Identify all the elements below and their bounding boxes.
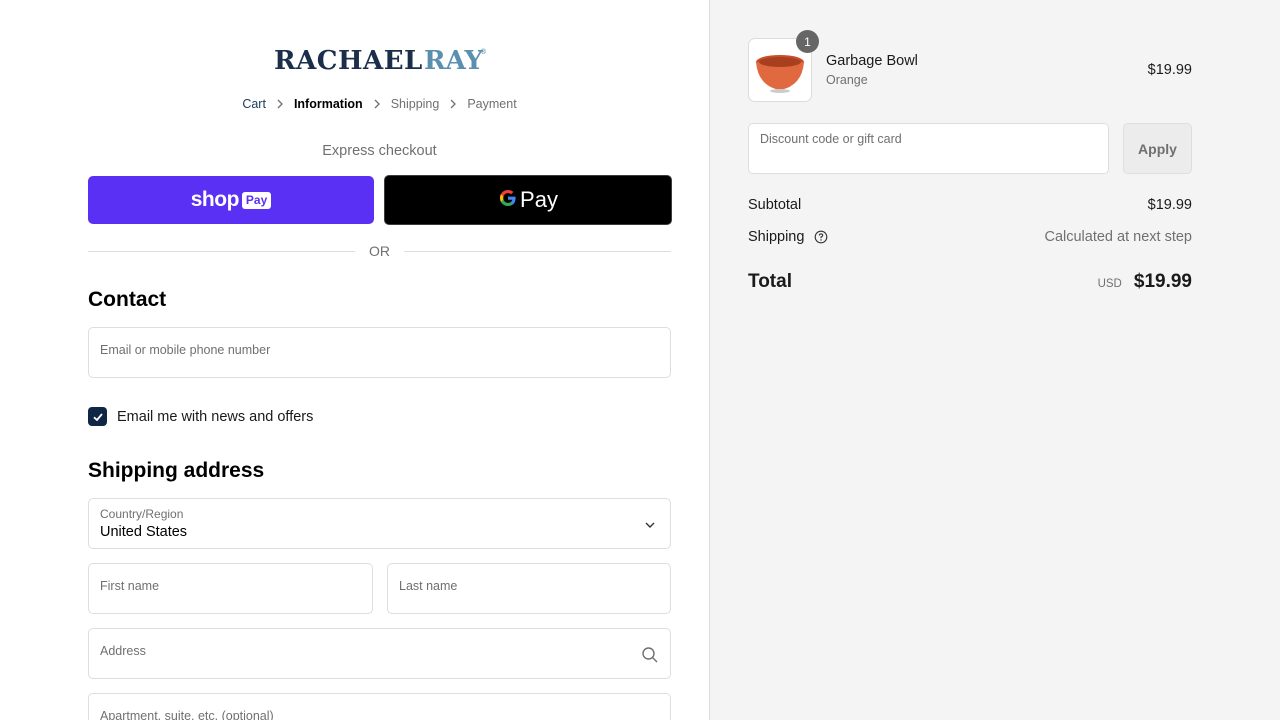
breadcrumb-shipping: Shipping (390, 97, 440, 111)
country-select[interactable]: Country/Region United States (88, 498, 671, 549)
subtotal-row: Subtotal $19.99 (748, 197, 1192, 213)
total-value: $19.99 (1133, 271, 1192, 292)
total-row: Total USD $19.99 (748, 271, 1192, 293)
breadcrumb-payment: Payment (467, 97, 517, 111)
apply-discount-button[interactable]: Apply (1123, 123, 1192, 174)
logo-text-ray: RAY (424, 46, 483, 76)
chevron-right-icon (439, 99, 467, 109)
total-amount-wrap: USD $19.99 (1098, 271, 1192, 293)
chevron-down-icon (644, 518, 656, 536)
email-placeholder: Email or mobile phone number (100, 343, 271, 357)
product-name: Garbage Bowl (826, 53, 918, 69)
contact-heading: Contact (88, 288, 167, 311)
shipping-label-wrap: Shipping (748, 229, 828, 245)
shop-pay-button[interactable]: shop Pay (88, 176, 374, 224)
shipping-row: Shipping Calculated at next step (748, 229, 1192, 245)
help-circle-icon[interactable] (814, 230, 828, 244)
or-label: OR (369, 243, 390, 259)
last-name-placeholder: Last name (399, 579, 458, 593)
newsletter-checkbox-row[interactable]: Email me with news and offers (88, 407, 313, 426)
apartment-field[interactable]: Apartment, suite, etc. (optional) (88, 693, 671, 720)
subtotal-value: $19.99 (1147, 197, 1192, 213)
google-g-icon (498, 188, 518, 213)
google-pay-button[interactable]: Pay (384, 175, 672, 225)
chevron-right-icon (266, 99, 294, 109)
apartment-placeholder: Apartment, suite, etc. (optional) (100, 709, 274, 720)
shipping-value: Calculated at next step (1044, 229, 1192, 245)
logo-text-rachael: RACHAEL (274, 46, 423, 76)
search-icon (641, 646, 659, 669)
first-name-field[interactable]: First name (88, 563, 373, 614)
divider-line-right (404, 251, 671, 252)
email-field[interactable]: Email or mobile phone number (88, 327, 671, 378)
breadcrumb: Cart Information Shipping Payment (0, 97, 759, 111)
rachael-ray-logo[interactable]: RACHAEL RAY ® (272, 44, 488, 76)
product-price: $19.99 (1147, 62, 1192, 78)
google-pay-label: Pay (520, 187, 558, 212)
address-placeholder: Address (100, 644, 146, 658)
chevron-right-icon (363, 99, 391, 109)
total-label: Total (748, 271, 792, 292)
checkmark-icon (92, 412, 103, 421)
last-name-field[interactable]: Last name (387, 563, 671, 614)
shipping-label: Shipping (748, 229, 805, 245)
shipping-address-heading: Shipping address (88, 459, 265, 482)
or-divider: OR (88, 243, 671, 261)
address-field[interactable]: Address (88, 628, 671, 679)
quantity-badge: 1 (796, 30, 819, 53)
order-summary (710, 0, 1280, 720)
total-currency: USD (1097, 278, 1122, 290)
shop-pay-badge: Pay (241, 191, 272, 209)
first-name-placeholder: First name (100, 579, 160, 593)
express-checkout-label: Express checkout (322, 143, 437, 159)
divider-line-left (88, 251, 355, 252)
subtotal-label: Subtotal (748, 197, 802, 213)
product-variant: Orange (826, 73, 868, 87)
newsletter-checkbox[interactable] (88, 407, 107, 426)
breadcrumb-cart[interactable]: Cart (242, 97, 266, 111)
newsletter-label: Email me with news and offers (117, 408, 314, 425)
logo-trademark: ® (480, 48, 487, 56)
discount-code-placeholder: Discount code or gift card (760, 132, 902, 146)
discount-code-field[interactable]: Discount code or gift card (748, 123, 1109, 174)
country-label: Country/Region (100, 507, 184, 521)
shop-pay-word: shop (190, 188, 240, 211)
country-value: United States (100, 524, 188, 540)
breadcrumb-information: Information (293, 97, 363, 111)
checkout-main: RACHAEL RAY ® Cart Information Shipping … (0, 0, 710, 720)
